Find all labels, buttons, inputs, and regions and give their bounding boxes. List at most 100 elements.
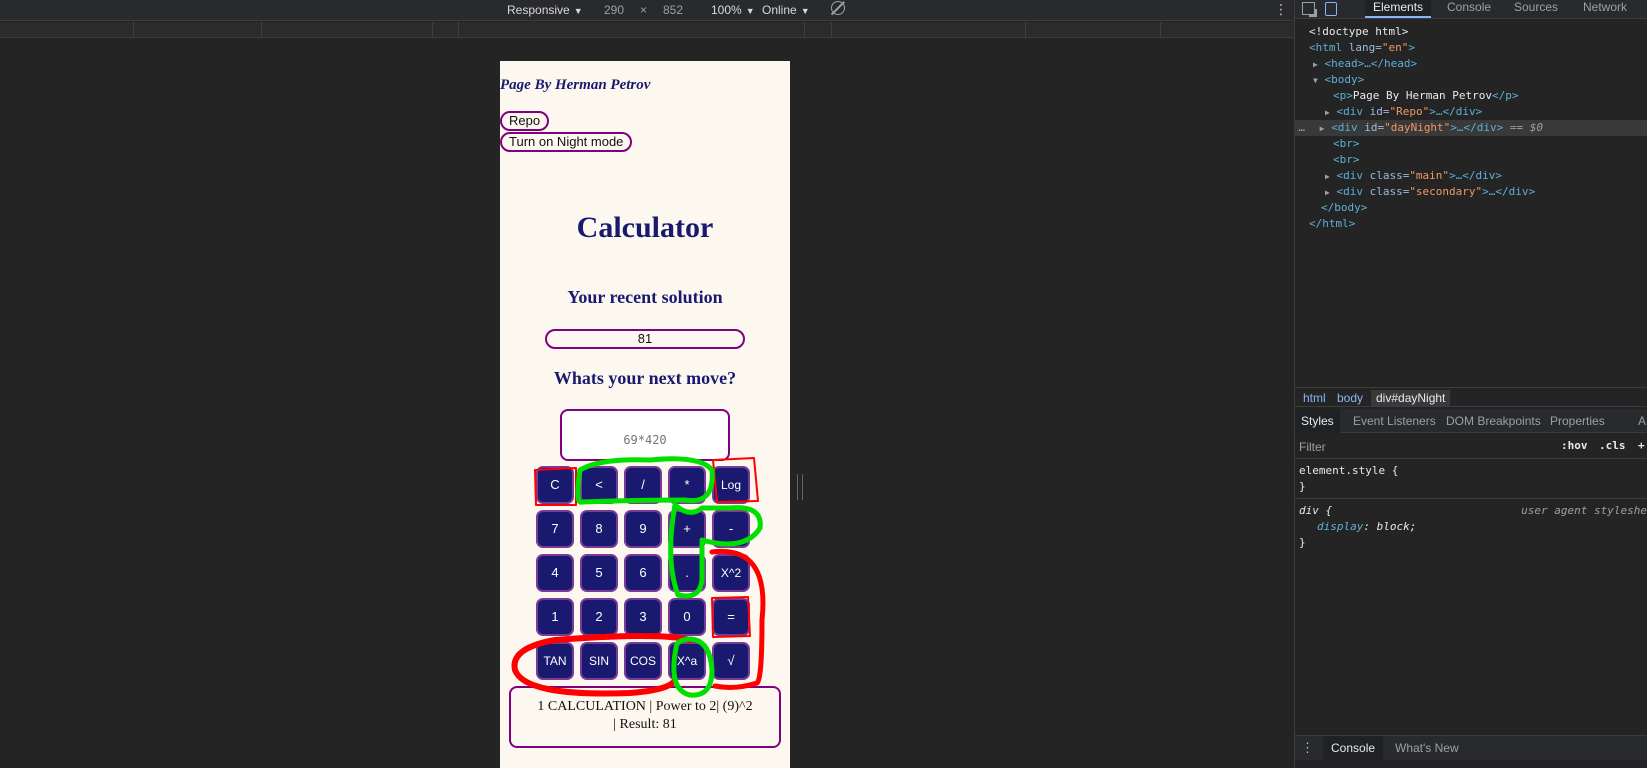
id-attr: id=	[1362, 105, 1390, 118]
caret-down-icon: ▼	[800, 6, 810, 16]
zoom-label: 100%	[711, 3, 742, 17]
media-query-segment[interactable]	[458, 22, 459, 37]
media-query-segment[interactable]	[261, 22, 262, 37]
tab-more[interactable]: A	[1632, 409, 1647, 433]
more-options-icon[interactable]: ⋮	[1274, 2, 1288, 18]
div-rule-selector[interactable]: div {	[1299, 503, 1332, 519]
calc-key[interactable]: =	[712, 598, 750, 636]
tab-dom-breakpoints[interactable]: DOM Breakpoints	[1440, 409, 1547, 433]
calc-key[interactable]: 1	[536, 598, 574, 636]
calc-key[interactable]: Log	[712, 466, 750, 504]
calc-key[interactable]: 0	[668, 598, 706, 636]
dom-node-body[interactable]: ▼ <body>	[1295, 72, 1647, 88]
calc-key[interactable]: COS	[624, 642, 662, 680]
drawer-tab-whats-new[interactable]: What's New	[1387, 736, 1467, 761]
breadcrumb-body[interactable]: body	[1332, 390, 1368, 406]
new-rule-button[interactable]: +	[1638, 438, 1645, 454]
breadcrumb-daynight[interactable]: div#dayNight	[1371, 390, 1451, 406]
calc-key[interactable]: TAN	[536, 642, 574, 680]
media-query-segment[interactable]	[432, 22, 433, 37]
dom-node-main[interactable]: ▶ <div class="main">…</div>	[1295, 168, 1647, 184]
caret-down-icon: ▼	[745, 6, 755, 16]
html-tag: <html	[1309, 41, 1343, 54]
expand-triangle-icon[interactable]: ▶	[1320, 124, 1325, 133]
class-toggle[interactable]: .cls	[1599, 438, 1626, 454]
dom-node-secondary[interactable]: ▶ <div class="secondary">…</div>	[1295, 184, 1647, 200]
expand-triangle-icon[interactable]: ▶	[1325, 188, 1330, 197]
class-value: "secondary"	[1409, 185, 1483, 198]
tab-event-listeners[interactable]: Event Listeners	[1347, 409, 1442, 433]
tab-network[interactable]: Network	[1575, 0, 1635, 18]
hover-state-toggle[interactable]: :hov	[1561, 438, 1588, 454]
calc-key[interactable]: 5	[580, 554, 618, 592]
div-tail: >…</div>	[1450, 121, 1504, 134]
dom-node-doctype[interactable]: <!doctype html>	[1295, 24, 1647, 40]
expand-triangle-icon[interactable]: ▶	[1313, 60, 1318, 69]
selected-ref: == $0	[1503, 121, 1544, 134]
resize-handle[interactable]	[797, 474, 803, 500]
dom-node-repo[interactable]: ▶ <div id="Repo">…</div>	[1295, 104, 1647, 120]
tab-styles[interactable]: Styles	[1295, 409, 1340, 433]
styles-filter-input[interactable]	[1299, 437, 1547, 456]
calc-key[interactable]: SIN	[580, 642, 618, 680]
display-declaration[interactable]: display: block;	[1317, 519, 1416, 535]
calc-key[interactable]: 7	[536, 510, 574, 548]
calc-key[interactable]: C	[536, 466, 574, 504]
div-tag: <div	[1336, 169, 1363, 182]
calc-key[interactable]: 8	[580, 510, 618, 548]
calc-key[interactable]: 4	[536, 554, 574, 592]
calc-key[interactable]: 3	[624, 598, 662, 636]
tab-console[interactable]: Console	[1439, 0, 1499, 18]
calc-key[interactable]: .	[668, 554, 706, 592]
collapse-triangle-icon[interactable]: ▼	[1313, 76, 1318, 85]
calc-key[interactable]: √	[712, 642, 750, 680]
dom-node-br[interactable]: <br>	[1295, 152, 1647, 168]
doctype-text: <!doctype html>	[1309, 25, 1409, 38]
calc-key[interactable]: X^2	[712, 554, 750, 592]
tab-sources[interactable]: Sources	[1506, 0, 1566, 18]
drawer-tab-console[interactable]: Console	[1323, 736, 1384, 761]
dom-node-daynight[interactable]: … ▶ <div id="dayNight">…</div> == $0	[1295, 120, 1647, 136]
more-icon[interactable]: …	[1299, 121, 1306, 134]
network-select[interactable]: Online ▼	[762, 2, 810, 19]
author-credit: Page By Herman Petrov	[500, 77, 651, 93]
inspect-element-icon[interactable]	[1302, 2, 1317, 17]
media-query-segment[interactable]	[831, 22, 832, 37]
expand-triangle-icon[interactable]: ▶	[1325, 172, 1330, 181]
dom-node-br[interactable]: <br>	[1295, 136, 1647, 152]
media-query-segment[interactable]	[804, 22, 805, 37]
media-query-segment[interactable]	[133, 22, 134, 37]
dom-node-p[interactable]: <p>Page By Herman Petrov</p>	[1295, 88, 1647, 104]
device-toolbar-icon[interactable]	[1325, 2, 1337, 16]
calc-key[interactable]: 2	[580, 598, 618, 636]
media-query-segment[interactable]	[1160, 22, 1161, 37]
calc-key[interactable]: <	[580, 466, 618, 504]
dom-node-body-close[interactable]: </body>	[1295, 200, 1647, 216]
calc-key[interactable]: 9	[624, 510, 662, 548]
height-field[interactable]: 852	[663, 2, 683, 18]
tab-properties[interactable]: Properties	[1544, 409, 1611, 433]
calc-key[interactable]: -	[712, 510, 750, 548]
repo-button[interactable]: Repo	[500, 111, 550, 131]
tab-elements[interactable]: Elements	[1365, 0, 1432, 18]
width-field[interactable]: 290	[604, 2, 624, 18]
drawer-menu-icon[interactable]: ⋮	[1301, 736, 1314, 761]
zoom-select[interactable]: 100% ▼	[711, 2, 755, 19]
dom-node-head[interactable]: ▶ <head>…</head>	[1295, 56, 1647, 72]
calc-key[interactable]: +	[668, 510, 706, 548]
rotate-icon[interactable]	[831, 1, 845, 15]
media-query-segment[interactable]	[1025, 22, 1026, 37]
dom-node-html-close[interactable]: </html>	[1295, 216, 1647, 232]
night-mode-button[interactable]: Turn on Night mode	[500, 132, 633, 152]
device-select[interactable]: Responsive ▼	[507, 2, 583, 19]
calc-key[interactable]: X^a	[668, 642, 706, 680]
expand-triangle-icon[interactable]: ▶	[1325, 108, 1330, 117]
breadcrumb-html[interactable]: html	[1298, 390, 1331, 406]
calc-key[interactable]: *	[668, 466, 706, 504]
dom-node-html[interactable]: <html lang="en">	[1295, 40, 1647, 56]
calc-key[interactable]: 6	[624, 554, 662, 592]
calc-key[interactable]: /	[624, 466, 662, 504]
history-line: 1 CALCULATION | Power to 2| (9)^2	[537, 699, 753, 714]
expression-input[interactable]	[560, 409, 730, 461]
element-style-selector[interactable]: element.style {	[1299, 463, 1398, 479]
